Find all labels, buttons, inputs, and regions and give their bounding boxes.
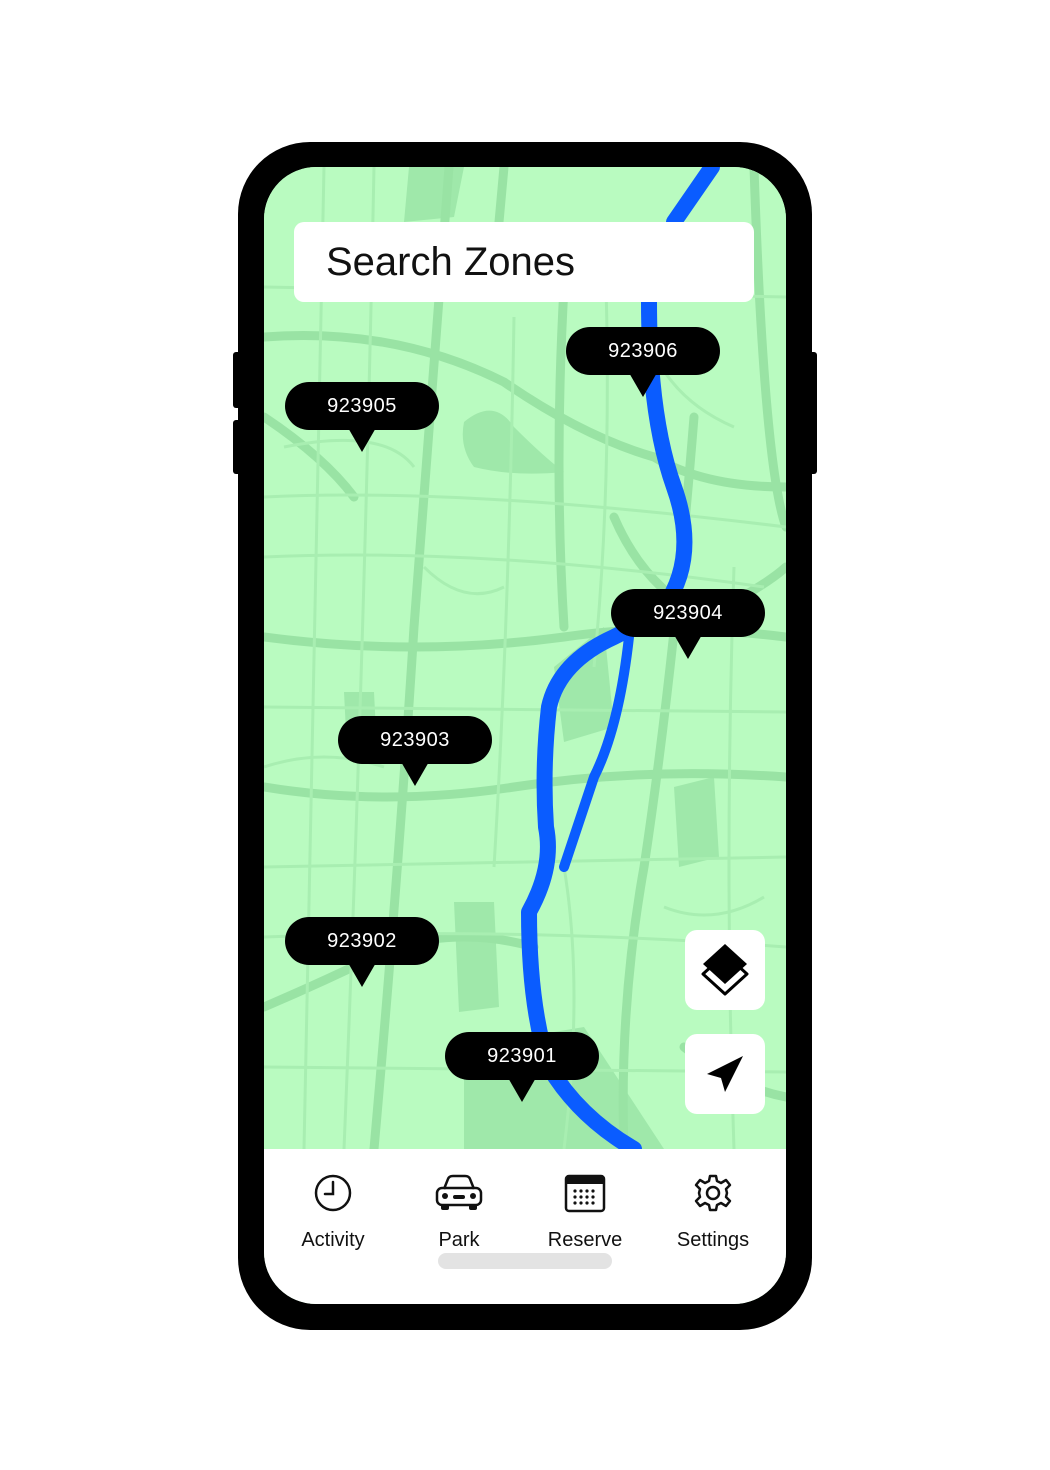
gear-icon: [693, 1171, 733, 1215]
map-layers-button[interactable]: [685, 930, 765, 1010]
tab-park[interactable]: Park: [399, 1171, 519, 1252]
tab-settings[interactable]: Settings: [653, 1171, 773, 1252]
car-icon: [434, 1171, 484, 1215]
zone-pin[interactable]: 923902: [285, 917, 439, 987]
location-arrow-icon: [707, 1056, 743, 1092]
zone-pin[interactable]: 923904: [611, 589, 765, 659]
calendar-icon: [564, 1171, 606, 1215]
zone-pin[interactable]: 923901: [445, 1032, 599, 1102]
zone-pin[interactable]: 923905: [285, 382, 439, 452]
tab-activity-label: Activity: [301, 1229, 365, 1251]
tab-settings-label: Settings: [676, 1229, 750, 1251]
bottom-tab-bar: Activity Park Reserve Settings: [264, 1149, 786, 1304]
my-location-button[interactable]: [685, 1034, 765, 1114]
tab-park-label: Park: [438, 1229, 480, 1251]
zone-pin[interactable]: 923906: [566, 327, 720, 397]
app-screen: Search Zones 923906 923905 923904 923903…: [264, 167, 786, 1304]
search-zones-input[interactable]: Search Zones: [294, 222, 754, 302]
tab-reserve-label: Reserve: [547, 1229, 623, 1251]
home-indicator[interactable]: [438, 1253, 612, 1269]
zone-pin[interactable]: 923903: [338, 716, 492, 786]
tab-activity[interactable]: Activity: [273, 1171, 393, 1252]
tab-reserve[interactable]: Reserve: [525, 1171, 645, 1252]
clock-icon: [313, 1171, 353, 1215]
layers-icon: [701, 944, 749, 996]
